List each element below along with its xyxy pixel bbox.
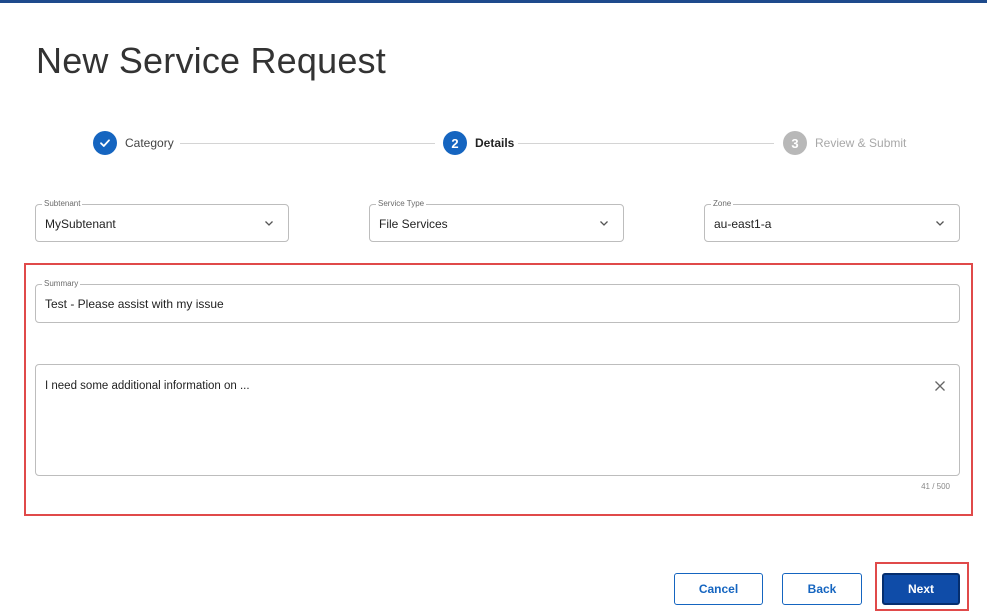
step-label: Details: [475, 136, 515, 150]
step-label: Review & Submit: [815, 136, 907, 150]
top-accent-bar: [0, 0, 987, 3]
step-category[interactable]: Category: [93, 131, 174, 155]
back-button[interactable]: Back: [782, 573, 862, 605]
step-number: 2: [443, 131, 467, 155]
close-icon[interactable]: [933, 379, 947, 393]
field-value: Test - Please assist with my issue: [45, 297, 224, 311]
step-review-submit: 3 Review & Submit: [783, 131, 906, 155]
step-number: 3: [783, 131, 807, 155]
step-connector: [180, 143, 435, 144]
progress-stepper: Category 2 Details 3 Review & Submit: [0, 131, 987, 157]
summary-input[interactable]: Summary Test - Please assist with my iss…: [35, 279, 960, 323]
field-label: Subtenant: [42, 199, 83, 209]
field-value: File Services: [379, 217, 448, 231]
character-counter: 41 / 500: [921, 482, 950, 491]
step-details[interactable]: 2 Details: [443, 131, 514, 155]
page-title: New Service Request: [36, 40, 386, 81]
field-value: au-east1-a: [714, 217, 772, 231]
textarea-value: I need some additional information on ..…: [45, 380, 250, 392]
check-icon: [93, 131, 117, 155]
field-label: Service Type: [376, 199, 427, 209]
subtenant-select[interactable]: Subtenant MySubtenant: [35, 199, 289, 242]
chevron-down-icon[interactable]: [597, 216, 611, 230]
field-label: Zone: [711, 199, 734, 209]
service-type-select[interactable]: Service Type File Services: [369, 199, 624, 242]
field-label: Summary: [42, 279, 81, 289]
chevron-down-icon[interactable]: [262, 216, 276, 230]
step-label: Category: [125, 136, 174, 150]
field-value: MySubtenant: [45, 217, 116, 231]
zone-select[interactable]: Zone au-east1-a: [704, 199, 960, 242]
next-button[interactable]: Next: [882, 573, 960, 605]
step-connector: [518, 143, 774, 144]
cancel-button[interactable]: Cancel: [674, 573, 763, 605]
chevron-down-icon[interactable]: [933, 216, 947, 230]
description-textarea[interactable]: I need some additional information on ..…: [35, 364, 960, 476]
